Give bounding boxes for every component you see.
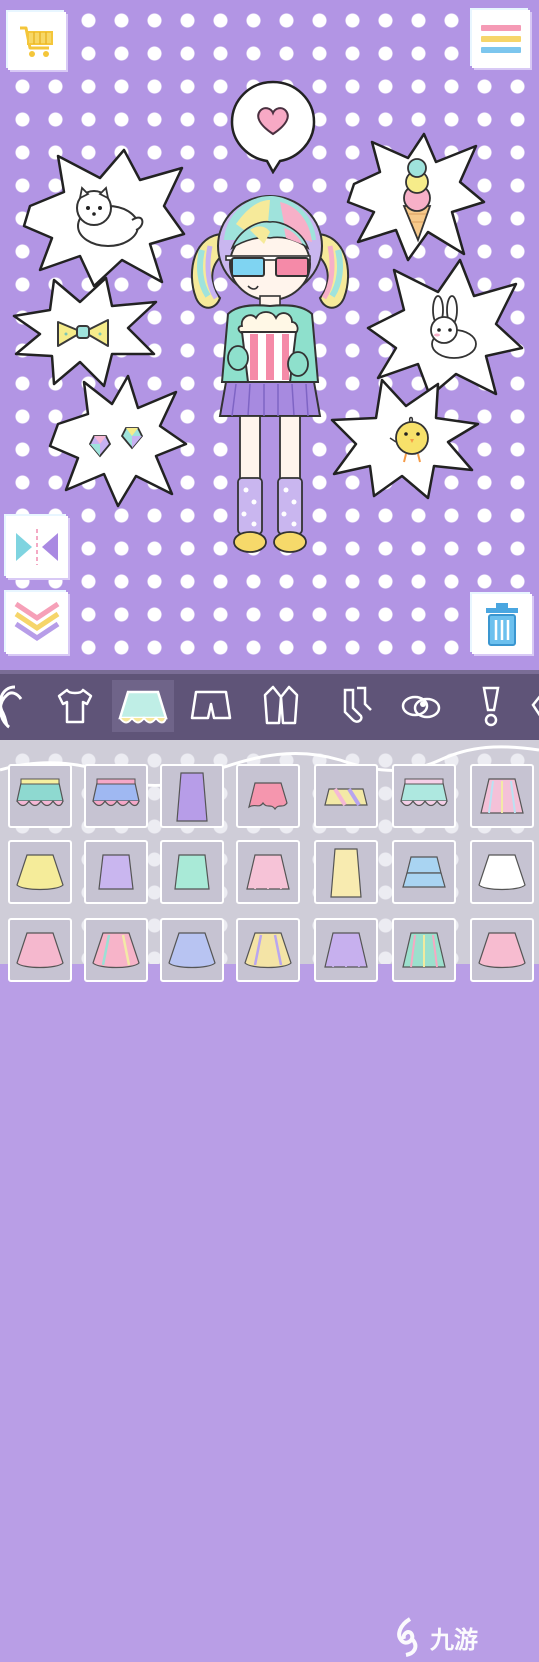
skirt-item-slot[interactable] — [84, 764, 148, 828]
skirt-item-slot[interactable] — [160, 840, 224, 904]
skirt-item-slot[interactable] — [314, 918, 378, 982]
skirt-item-slot[interactable] — [84, 918, 148, 982]
tab-coat[interactable] — [256, 680, 306, 732]
skirt-icon — [330, 848, 362, 898]
shorts-icon — [190, 690, 232, 720]
hamburger-menu-icon — [481, 25, 521, 53]
skirt-item-slot[interactable] — [392, 918, 456, 982]
skirt-icon — [480, 778, 524, 814]
skirt-icon — [118, 690, 168, 724]
collapse-drawer-button[interactable] — [6, 592, 68, 654]
skirt-item-slot[interactable] — [236, 764, 300, 828]
tab-more[interactable] — [526, 680, 539, 732]
shoes-icon — [401, 695, 441, 719]
skirt-icon — [478, 932, 526, 969]
tab-shorts[interactable] — [186, 680, 236, 732]
coat-icon — [263, 685, 299, 725]
jiuyou-logo-icon — [397, 1617, 418, 1657]
skirt-icon — [248, 782, 288, 811]
skirt-item-slot[interactable] — [8, 764, 72, 828]
accessory-icon — [482, 686, 500, 727]
gems-item[interactable] — [48, 374, 188, 508]
chevron-down-icon — [14, 601, 60, 642]
heart-bubble[interactable] — [228, 78, 318, 175]
skirt-icon — [92, 932, 140, 969]
dog-item[interactable] — [22, 148, 186, 288]
skirt-icon — [324, 932, 368, 968]
socks-icon — [343, 686, 372, 723]
category-tab-bar — [0, 670, 539, 740]
skirt-item-slot[interactable] — [392, 840, 456, 904]
skirt-icon — [16, 778, 64, 807]
skirt-icon — [16, 932, 64, 969]
tab-socks[interactable] — [330, 680, 380, 732]
skirt-icon — [168, 932, 216, 969]
skirt-icon — [400, 778, 448, 807]
mirror-flip-icon — [16, 529, 58, 565]
skirt-item-slot[interactable] — [470, 840, 534, 904]
tab-shoes[interactable] — [396, 680, 446, 732]
icecream-item[interactable] — [346, 132, 486, 262]
tab-top[interactable] — [50, 680, 100, 732]
hair-icon — [0, 685, 23, 729]
skirt-icon — [92, 778, 140, 807]
tab-accessory[interactable] — [466, 680, 516, 732]
tab-hair[interactable] — [0, 680, 36, 732]
skirt-icon — [478, 854, 526, 891]
watermark-text: 九游 — [430, 1625, 478, 1654]
skirt-icon — [174, 854, 210, 890]
skirt-icon — [16, 854, 64, 891]
skirt-item-slot[interactable] — [8, 918, 72, 982]
shopping-cart-icon — [20, 26, 53, 57]
bow-item[interactable] — [10, 276, 158, 388]
skirt-item-slot[interactable] — [392, 764, 456, 828]
item-drawer: 九游 — [0, 740, 539, 1657]
skirt-icon — [402, 856, 446, 888]
skirt-icon — [244, 932, 292, 969]
skirt-item-slot[interactable] — [470, 764, 534, 828]
skirt-icon — [98, 854, 134, 890]
trash-button[interactable] — [472, 594, 532, 654]
skirt-item-slot[interactable] — [160, 918, 224, 982]
skirt-icon — [402, 932, 446, 968]
character-avatar[interactable] — [180, 186, 360, 558]
skirt-icon — [176, 772, 208, 822]
mirror-button[interactable] — [6, 516, 68, 578]
skirt-item-slot[interactable] — [160, 764, 224, 828]
skirt-item-slot[interactable] — [314, 764, 378, 828]
tshirt-icon — [57, 688, 93, 724]
skirt-item-slot[interactable] — [470, 918, 534, 982]
skirt-item-slot[interactable] — [314, 840, 378, 904]
trash-icon — [486, 603, 518, 646]
skirt-item-slot[interactable] — [8, 840, 72, 904]
partial-tab-icon — [531, 695, 539, 717]
skirt-item-slot[interactable] — [84, 840, 148, 904]
skirt-icon — [246, 854, 290, 890]
skirt-item-slot[interactable] — [236, 918, 300, 982]
shop-cart-button[interactable] — [8, 12, 66, 70]
jiuyou-watermark: 九游 — [392, 1612, 512, 1662]
skirt-icon — [324, 787, 368, 807]
tab-skirt[interactable] — [112, 680, 174, 732]
menu-button[interactable] — [472, 10, 530, 68]
skirt-item-slot[interactable] — [236, 840, 300, 904]
